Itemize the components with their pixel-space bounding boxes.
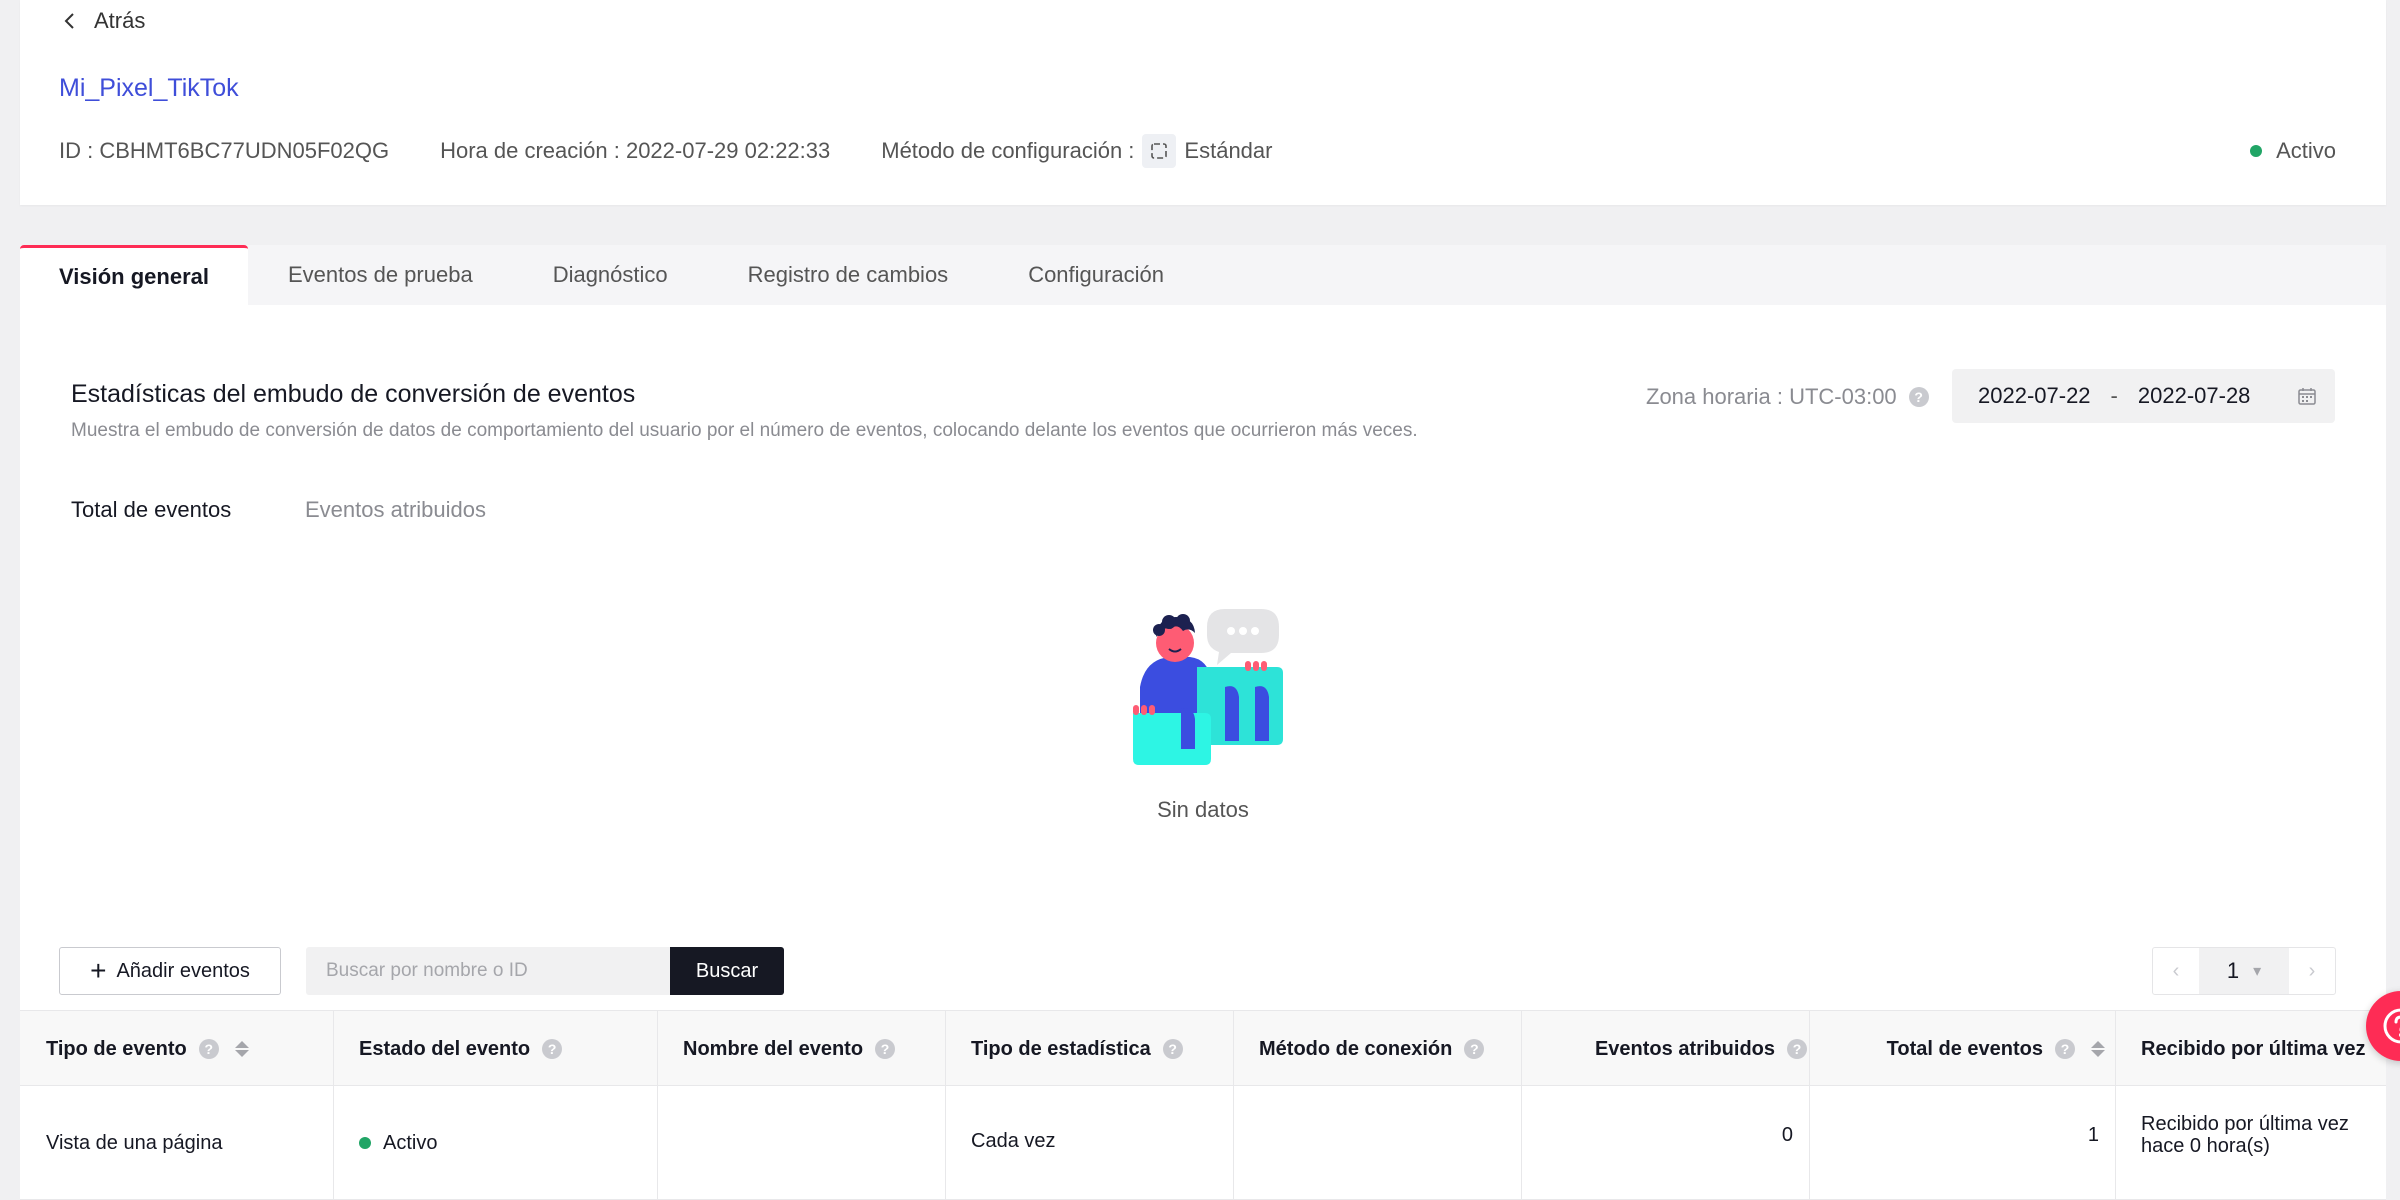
th-connection-label: Método de conexión	[1259, 1037, 1453, 1060]
th-event-status-label: Estado del evento	[359, 1037, 531, 1060]
help-icon[interactable]: ?	[1162, 1039, 1183, 1059]
tab-overview[interactable]: Visión general	[20, 245, 248, 305]
current-page: 1	[2226, 958, 2240, 983]
th-attributed-events: Eventos atribuidos ?	[1547, 1011, 1807, 1087]
help-icon[interactable]: ?	[542, 1039, 563, 1059]
prev-page-icon[interactable]: ‹	[2153, 948, 2199, 994]
config-method-value: Estándar	[1184, 138, 1273, 163]
th-attributed-label: Eventos atribuidos	[1594, 1037, 1775, 1060]
pagination: ‹ 1 ▾ ›	[2152, 947, 2336, 995]
pixel-header-card: Atrás Mi_Pixel_TikTok ID : CBHMT6BC77UDN…	[20, 0, 2386, 205]
th-event-type[interactable]: Tipo de evento ?	[46, 1011, 326, 1087]
subtab-total-events[interactable]: Total de eventos	[71, 490, 231, 530]
tab-diagnostics[interactable]: Diagnóstico	[513, 245, 708, 305]
help-icon[interactable]: ?	[2055, 1039, 2075, 1059]
cell-event-type: Vista de una página	[46, 1131, 223, 1154]
tab-test-events[interactable]: Eventos de prueba	[248, 245, 513, 305]
date-start: 2022-07-22	[1978, 383, 2091, 408]
pixel-id: ID : CBHMT6BC77UDN05F02QG	[59, 138, 390, 163]
cell-last-received: Recibido por última vez hace 0 hora(s)	[2141, 1082, 2371, 1188]
th-last-received: Recibido por última vez	[2141, 1011, 2386, 1087]
back-link[interactable]: Atrás	[60, 6, 145, 36]
status-dot-icon	[2250, 145, 2263, 157]
cell-stat-type: Cada vez	[971, 1129, 1056, 1152]
th-event-type-label: Tipo de evento	[46, 1037, 187, 1060]
sort-icon[interactable]	[2091, 1041, 2105, 1057]
next-page-icon[interactable]: ›	[2289, 948, 2335, 994]
help-icon[interactable]: ?	[1787, 1039, 1807, 1059]
config-method-label: Método de configuración :	[881, 138, 1135, 163]
creation-time: Hora de creación : 2022-07-29 02:22:33	[440, 138, 831, 163]
pixel-status: Activo	[2250, 134, 2336, 168]
th-total-label: Total de eventos	[1886, 1037, 2043, 1060]
cell-attributed: 0	[1781, 1123, 1793, 1146]
events-table: Tipo de evento ? Estado del evento ? Nom…	[20, 1010, 2386, 1200]
search-input[interactable]	[306, 947, 670, 995]
main-panel: Visión general Eventos de prueba Diagnós…	[20, 245, 2386, 1200]
th-stat-type: Tipo de estadística ?	[971, 1011, 1231, 1087]
th-event-name: Nombre del evento ?	[683, 1011, 943, 1087]
tab-settings[interactable]: Configuración	[988, 245, 1204, 305]
plus-icon: +	[90, 955, 107, 986]
status-label: Activo	[2276, 138, 2336, 163]
back-label: Atrás	[94, 8, 146, 33]
support-icon	[2383, 1008, 2400, 1044]
help-icon[interactable]: ?	[875, 1039, 896, 1059]
chevron-left-icon	[64, 13, 74, 29]
add-events-button[interactable]: + Añadir eventos	[59, 947, 281, 995]
date-range-picker[interactable]: 2022-07-22 - 2022-07-28	[1952, 369, 2335, 423]
tab-changelog[interactable]: Registro de cambios	[708, 245, 989, 305]
date-separator: -	[2110, 383, 2118, 408]
cell-event-status: Activo	[359, 1090, 437, 1196]
th-event-name-label: Nombre del evento	[683, 1037, 864, 1060]
config-standard-icon	[1142, 134, 1177, 168]
cell-event-status-label: Activo	[383, 1131, 438, 1154]
funnel-description: Muestra el embudo de conversión de datos…	[71, 420, 1418, 441]
pixel-meta: ID : CBHMT6BC77UDN05F02QG Hora de creaci…	[59, 134, 1272, 168]
tab-bar: Visión general Eventos de prueba Diagnós…	[20, 245, 2386, 305]
funnel-title: Estadísticas del embudo de conversión de…	[71, 380, 636, 408]
empty-state-text: Sin datos	[1157, 797, 1249, 822]
table-header: Tipo de evento ? Estado del evento ? Nom…	[20, 1010, 2386, 1086]
table-row[interactable]: Vista de una página Activo Cada vez 0 1 …	[20, 1086, 2386, 1200]
search-button[interactable]: Buscar	[670, 947, 784, 995]
th-connection-method: Método de conexión ?	[1259, 1011, 1519, 1087]
subtab-attributed-events[interactable]: Eventos atribuidos	[305, 490, 486, 530]
help-icon[interactable]: ?	[1908, 387, 1929, 407]
th-event-status: Estado del evento ?	[359, 1011, 639, 1087]
help-icon[interactable]: ?	[198, 1039, 219, 1059]
cell-last-received-line2: hace 0 hora(s)	[2141, 1135, 2270, 1157]
calendar-icon	[2298, 388, 2316, 405]
cell-last-received-line1: Recibido por última vez	[2141, 1113, 2349, 1135]
timezone-label: Zona horaria : UTC-03:00	[1646, 384, 1897, 409]
th-total-events[interactable]: Total de eventos ?	[1835, 1011, 2105, 1087]
timezone: Zona horaria : UTC-03:00 ?	[1646, 380, 1929, 414]
cell-total: 1	[2087, 1123, 2099, 1146]
date-end: 2022-07-28	[2137, 383, 2251, 408]
page-select[interactable]: 1 ▾	[2199, 948, 2289, 994]
help-icon[interactable]: ?	[1464, 1039, 1485, 1059]
th-last-received-label: Recibido por última vez	[2141, 1037, 2366, 1060]
chevron-down-icon: ▾	[2253, 963, 2262, 980]
empty-state-illustration	[1133, 609, 1283, 765]
add-events-label: Añadir eventos	[116, 959, 250, 982]
pixel-name-title: Mi_Pixel_TikTok	[59, 74, 239, 102]
status-dot-icon	[359, 1137, 371, 1149]
sort-icon[interactable]	[234, 1041, 249, 1057]
th-stat-type-label: Tipo de estadística	[971, 1037, 1151, 1060]
